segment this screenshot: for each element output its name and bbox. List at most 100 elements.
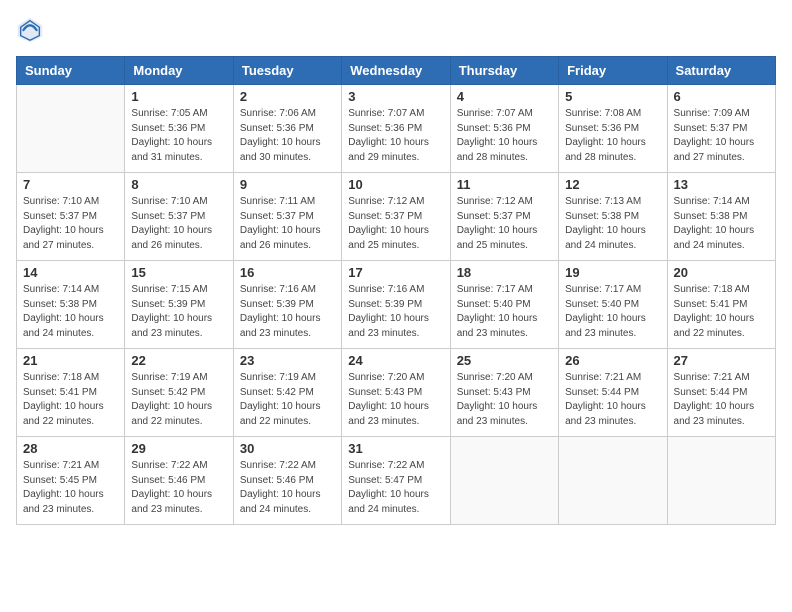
- day-number: 29: [131, 441, 226, 456]
- calendar-cell: 13 Sunrise: 7:14 AM Sunset: 5:38 PM Dayli…: [667, 173, 775, 261]
- day-info: Sunrise: 7:12 AM Sunset: 5:37 PM Dayligh…: [348, 195, 443, 253]
- calendar-cell: 14 Sunrise: 7:14 AM Sunset: 5:38 PM Dayli…: [17, 261, 125, 349]
- calendar-cell: 9 Sunrise: 7:11 AM Sunset: 5:37 PM Daylig…: [233, 173, 341, 261]
- day-number: 6: [674, 89, 769, 104]
- calendar-cell: 12 Sunrise: 7:13 AM Sunset: 5:38 PM Dayli…: [559, 173, 667, 261]
- day-number: 20: [674, 265, 769, 280]
- calendar-cell: 25 Sunrise: 7:20 AM Sunset: 5:43 PM Dayli…: [450, 349, 558, 437]
- day-number: 13: [674, 177, 769, 192]
- day-info: Sunrise: 7:17 AM Sunset: 5:40 PM Dayligh…: [457, 283, 552, 341]
- day-info: Sunrise: 7:18 AM Sunset: 5:41 PM Dayligh…: [674, 283, 769, 341]
- col-header-friday: Friday: [559, 57, 667, 85]
- week-row-2: 7Sunrise: 7:10 AM Sunset: 5:37 PM Daylig…: [17, 173, 776, 261]
- day-info: Sunrise: 7:07 AM Sunset: 5:36 PM Dayligh…: [457, 107, 552, 165]
- day-info: Sunrise: 7:19 AM Sunset: 5:42 PM Dayligh…: [240, 371, 335, 429]
- calendar-cell: 30 Sunrise: 7:22 AM Sunset: 5:46 PM Dayli…: [233, 437, 341, 525]
- day-number: 25: [457, 353, 552, 368]
- day-info: Sunrise: 7:22 AM Sunset: 5:46 PM Dayligh…: [240, 459, 335, 517]
- day-number: 4: [457, 89, 552, 104]
- day-info: Sunrise: 7:06 AM Sunset: 5:36 PM Dayligh…: [240, 107, 335, 165]
- day-number: 19: [565, 265, 660, 280]
- calendar-cell: 28Sunrise: 7:21 AM Sunset: 5:45 PM Dayli…: [17, 437, 125, 525]
- calendar-cell: 3 Sunrise: 7:07 AM Sunset: 5:36 PM Daylig…: [342, 85, 450, 173]
- page-header: [16, 16, 776, 44]
- calendar-cell: 16 Sunrise: 7:16 AM Sunset: 5:39 PM Dayli…: [233, 261, 341, 349]
- day-info: Sunrise: 7:20 AM Sunset: 5:43 PM Dayligh…: [348, 371, 443, 429]
- day-info: Sunrise: 7:21 AM Sunset: 5:44 PM Dayligh…: [565, 371, 660, 429]
- day-number: 1: [131, 89, 226, 104]
- col-header-wednesday: Wednesday: [342, 57, 450, 85]
- day-info: Sunrise: 7:18 AM Sunset: 5:41 PM Dayligh…: [23, 371, 118, 429]
- day-info: Sunrise: 7:13 AM Sunset: 5:38 PM Dayligh…: [565, 195, 660, 253]
- day-info: Sunrise: 7:16 AM Sunset: 5:39 PM Dayligh…: [348, 283, 443, 341]
- calendar-cell: 4 Sunrise: 7:07 AM Sunset: 5:36 PM Daylig…: [450, 85, 558, 173]
- day-number: 9: [240, 177, 335, 192]
- day-info: Sunrise: 7:07 AM Sunset: 5:36 PM Dayligh…: [348, 107, 443, 165]
- day-number: 15: [131, 265, 226, 280]
- day-info: Sunrise: 7:22 AM Sunset: 5:47 PM Dayligh…: [348, 459, 443, 517]
- calendar-cell: 31 Sunrise: 7:22 AM Sunset: 5:47 PM Dayli…: [342, 437, 450, 525]
- day-info: Sunrise: 7:10 AM Sunset: 5:37 PM Dayligh…: [23, 195, 118, 253]
- day-info: Sunrise: 7:10 AM Sunset: 5:37 PM Dayligh…: [131, 195, 226, 253]
- day-info: Sunrise: 7:20 AM Sunset: 5:43 PM Dayligh…: [457, 371, 552, 429]
- day-info: Sunrise: 7:14 AM Sunset: 5:38 PM Dayligh…: [674, 195, 769, 253]
- week-row-1: 1 Sunrise: 7:05 AM Sunset: 5:36 PM Daylig…: [17, 85, 776, 173]
- col-header-sunday: Sunday: [17, 57, 125, 85]
- calendar-cell: 8 Sunrise: 7:10 AM Sunset: 5:37 PM Daylig…: [125, 173, 233, 261]
- calendar-cell: 19 Sunrise: 7:17 AM Sunset: 5:40 PM Dayli…: [559, 261, 667, 349]
- day-number: 5: [565, 89, 660, 104]
- day-number: 8: [131, 177, 226, 192]
- logo[interactable]: [16, 16, 50, 44]
- day-number: 12: [565, 177, 660, 192]
- day-number: 22: [131, 353, 226, 368]
- day-number: 14: [23, 265, 118, 280]
- col-header-monday: Monday: [125, 57, 233, 85]
- calendar-cell: 6 Sunrise: 7:09 AM Sunset: 5:37 PM Daylig…: [667, 85, 775, 173]
- day-info: Sunrise: 7:21 AM Sunset: 5:44 PM Dayligh…: [674, 371, 769, 429]
- calendar-cell: 17 Sunrise: 7:16 AM Sunset: 5:39 PM Dayli…: [342, 261, 450, 349]
- day-info: Sunrise: 7:12 AM Sunset: 5:37 PM Dayligh…: [457, 195, 552, 253]
- day-number: 31: [348, 441, 443, 456]
- day-number: 27: [674, 353, 769, 368]
- col-header-tuesday: Tuesday: [233, 57, 341, 85]
- calendar-cell: 10 Sunrise: 7:12 AM Sunset: 5:37 PM Dayli…: [342, 173, 450, 261]
- calendar-cell: [559, 437, 667, 525]
- day-number: 10: [348, 177, 443, 192]
- calendar-header-row: SundayMondayTuesdayWednesdayThursdayFrid…: [17, 57, 776, 85]
- day-info: Sunrise: 7:15 AM Sunset: 5:39 PM Dayligh…: [131, 283, 226, 341]
- col-header-thursday: Thursday: [450, 57, 558, 85]
- day-info: Sunrise: 7:19 AM Sunset: 5:42 PM Dayligh…: [131, 371, 226, 429]
- day-number: 16: [240, 265, 335, 280]
- calendar-cell: 22 Sunrise: 7:19 AM Sunset: 5:42 PM Dayli…: [125, 349, 233, 437]
- day-number: 3: [348, 89, 443, 104]
- calendar-cell: [667, 437, 775, 525]
- week-row-4: 21Sunrise: 7:18 AM Sunset: 5:41 PM Dayli…: [17, 349, 776, 437]
- day-info: Sunrise: 7:05 AM Sunset: 5:36 PM Dayligh…: [131, 107, 226, 165]
- day-number: 24: [348, 353, 443, 368]
- calendar-cell: 24 Sunrise: 7:20 AM Sunset: 5:43 PM Dayli…: [342, 349, 450, 437]
- calendar-cell: 15 Sunrise: 7:15 AM Sunset: 5:39 PM Dayli…: [125, 261, 233, 349]
- week-row-5: 28Sunrise: 7:21 AM Sunset: 5:45 PM Dayli…: [17, 437, 776, 525]
- calendar-cell: 27 Sunrise: 7:21 AM Sunset: 5:44 PM Dayli…: [667, 349, 775, 437]
- calendar-table: SundayMondayTuesdayWednesdayThursdayFrid…: [16, 56, 776, 525]
- day-number: 26: [565, 353, 660, 368]
- day-number: 23: [240, 353, 335, 368]
- day-number: 18: [457, 265, 552, 280]
- calendar-cell: [450, 437, 558, 525]
- day-info: Sunrise: 7:11 AM Sunset: 5:37 PM Dayligh…: [240, 195, 335, 253]
- day-number: 17: [348, 265, 443, 280]
- calendar-cell: 29Sunrise: 7:22 AM Sunset: 5:46 PM Dayli…: [125, 437, 233, 525]
- calendar-cell: 26 Sunrise: 7:21 AM Sunset: 5:44 PM Dayli…: [559, 349, 667, 437]
- calendar-cell: 23 Sunrise: 7:19 AM Sunset: 5:42 PM Dayli…: [233, 349, 341, 437]
- day-info: Sunrise: 7:09 AM Sunset: 5:37 PM Dayligh…: [674, 107, 769, 165]
- day-info: Sunrise: 7:08 AM Sunset: 5:36 PM Dayligh…: [565, 107, 660, 165]
- day-number: 30: [240, 441, 335, 456]
- day-info: Sunrise: 7:14 AM Sunset: 5:38 PM Dayligh…: [23, 283, 118, 341]
- day-info: Sunrise: 7:17 AM Sunset: 5:40 PM Dayligh…: [565, 283, 660, 341]
- calendar-cell: 11 Sunrise: 7:12 AM Sunset: 5:37 PM Dayli…: [450, 173, 558, 261]
- calendar-cell: [17, 85, 125, 173]
- day-info: Sunrise: 7:16 AM Sunset: 5:39 PM Dayligh…: [240, 283, 335, 341]
- col-header-saturday: Saturday: [667, 57, 775, 85]
- day-number: 11: [457, 177, 552, 192]
- day-number: 28: [23, 441, 118, 456]
